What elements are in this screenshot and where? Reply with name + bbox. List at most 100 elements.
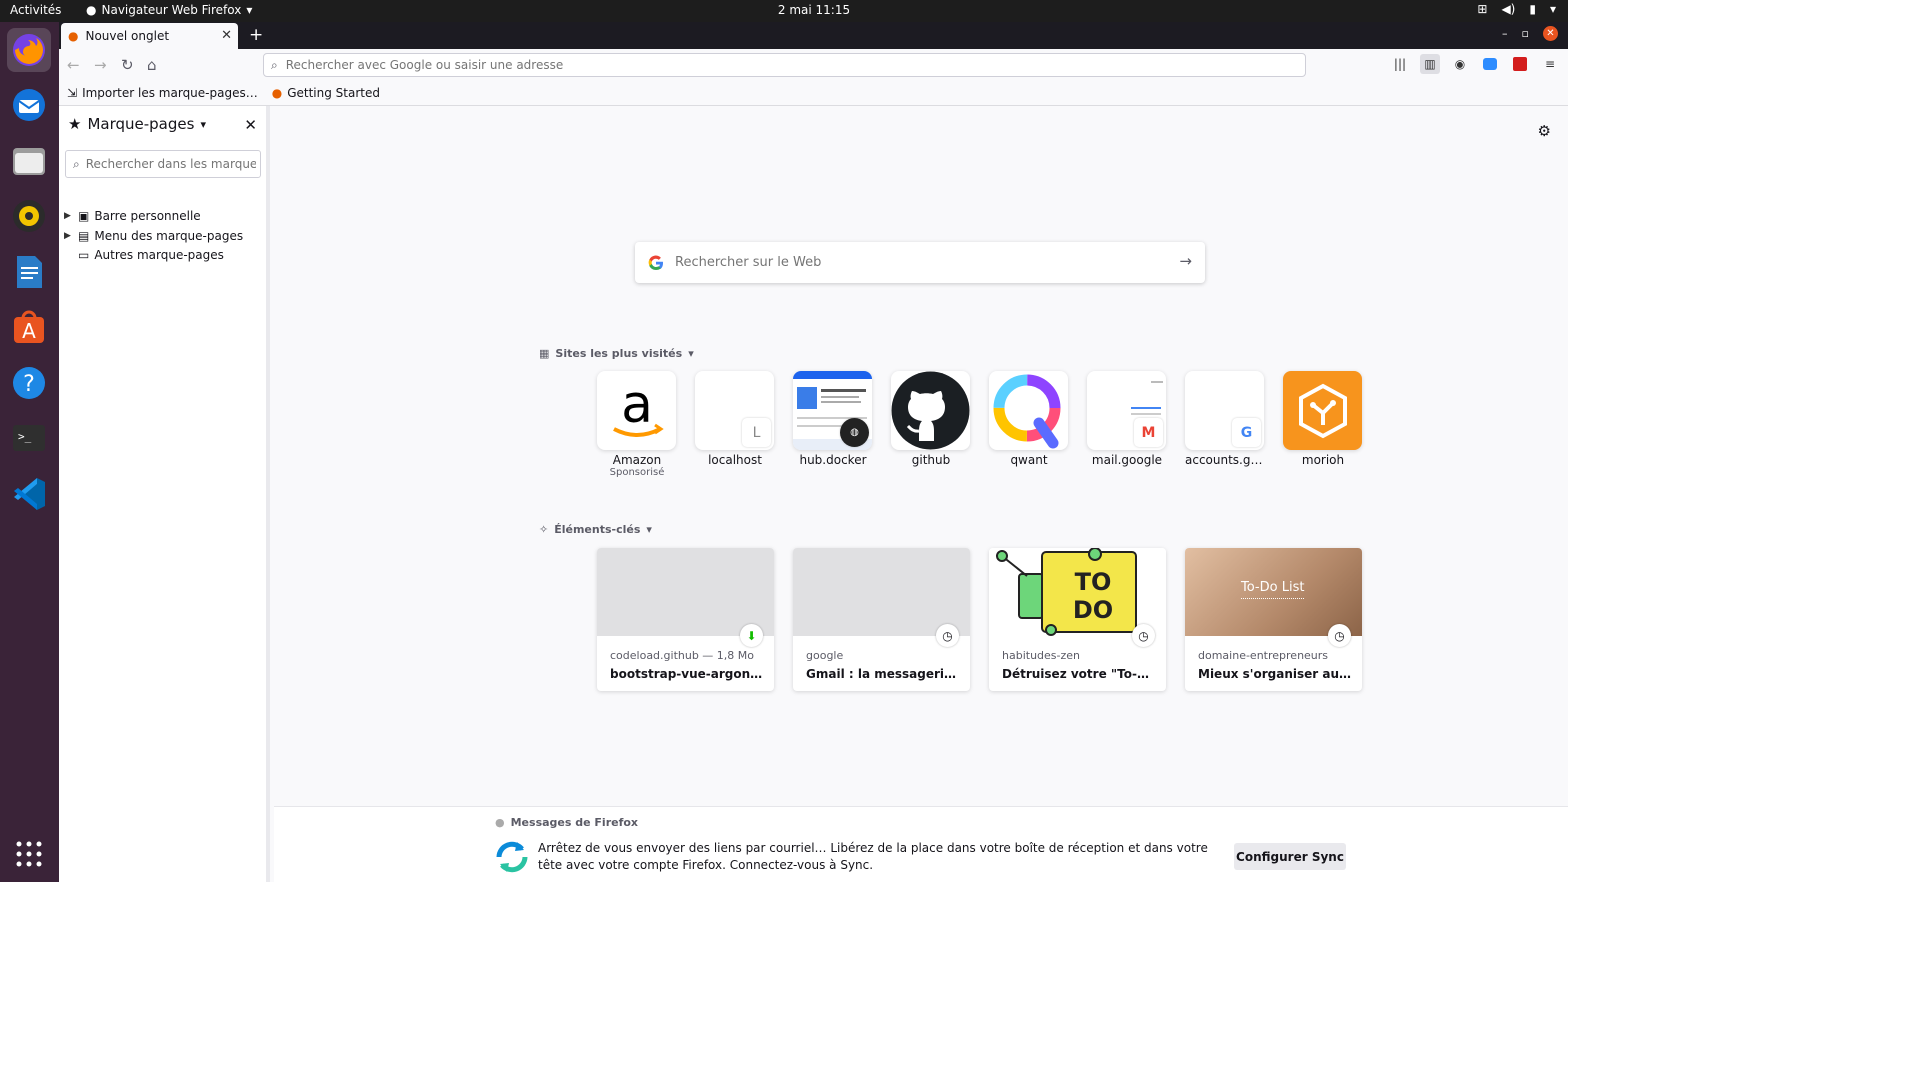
writer-launcher[interactable] <box>7 250 51 294</box>
topsite-label: morioh <box>1301 453 1345 467</box>
folder-icon: ▭ <box>78 248 90 262</box>
firefox-message-banner: ● Messages de Firefox Arrêtez de vous en… <box>274 806 1568 882</box>
google-icon <box>648 255 663 270</box>
sidebar-toggle-icon[interactable]: ▥ <box>1420 54 1440 74</box>
topsite-label: hub.docker <box>799 453 867 467</box>
thunderbird-launcher[interactable] <box>7 83 51 127</box>
bookmarks-toolbar: ⇲ Importer les marque-pages… ● Getting S… <box>59 80 1568 106</box>
card-title: Détruisez votre "To-do li... <box>1002 667 1157 681</box>
sidebar-search[interactable]: ⌕ <box>65 150 261 178</box>
forward-button[interactable]: → <box>94 56 107 74</box>
software-launcher[interactable]: A <box>7 305 51 349</box>
chevron-down-icon: ▾ <box>200 117 206 131</box>
tree-item-label: Barre personnelle <box>94 209 201 223</box>
topsite-localhost[interactable]: L localhost <box>695 371 775 467</box>
tree-item-other[interactable]: ▭ Autres marque-pages <box>64 248 224 262</box>
svg-text:A: A <box>22 319 36 343</box>
web-search-input[interactable] <box>675 255 1205 270</box>
highlights-header[interactable]: ✧ Éléments-clés ▾ <box>539 523 652 536</box>
tab-new-tab[interactable]: ● Nouvel onglet ✕ <box>61 23 238 49</box>
svg-text:>_: >_ <box>18 430 32 443</box>
maximize-button[interactable]: ▫ <box>1522 27 1529 40</box>
google-icon: G <box>1232 418 1261 447</box>
url-input[interactable] <box>285 58 1305 72</box>
battery-icon: ▮ <box>1529 2 1536 16</box>
rhythmbox-launcher[interactable] <box>7 194 51 238</box>
gear-icon[interactable]: ⚙ <box>1538 122 1551 140</box>
reload-button[interactable]: ↻ <box>121 56 134 74</box>
download-icon: ⬇ <box>740 624 763 647</box>
topsite-amazon[interactable]: a Amazon Sponsorisé <box>597 371 677 478</box>
chevron-right-icon[interactable]: ▶ <box>64 231 73 241</box>
show-apps-button[interactable] <box>7 832 51 876</box>
url-bar[interactable]: ⌕ <box>263 53 1306 77</box>
minimize-button[interactable]: – <box>1502 27 1508 40</box>
extension-icon[interactable] <box>1510 54 1530 74</box>
help-launcher[interactable]: ? <box>7 361 51 405</box>
gmail-icon: M <box>1134 418 1163 447</box>
web-search-box[interactable]: → <box>635 242 1205 283</box>
bookmark-getting-started[interactable]: ● Getting Started <box>272 86 380 100</box>
firefox-icon <box>13 34 45 66</box>
system-tray[interactable]: ⊞ ◀) ▮ ▾ <box>1477 2 1556 16</box>
volume-icon: ◀) <box>1501 2 1516 16</box>
card-source: google <box>806 649 844 662</box>
window-controls: – ▫ ✕ <box>1502 26 1558 41</box>
bookmark-label: Importer les marque-pages… <box>82 85 258 100</box>
account-icon[interactable]: ◉ <box>1450 54 1470 74</box>
amazon-logo-icon: a <box>612 378 664 437</box>
system-top-bar: Activités ● Navigateur Web Firefox ▾ 2 m… <box>0 0 1568 22</box>
tab-strip: ● Nouvel onglet ✕ + – ▫ ✕ <box>59 22 1568 49</box>
new-tab-button[interactable]: + <box>249 25 263 45</box>
chevron-right-icon[interactable]: ▶ <box>64 211 73 221</box>
firefox-launcher[interactable] <box>7 28 51 72</box>
menu-icon[interactable]: ≡ <box>1540 54 1560 74</box>
topsite-morioh[interactable]: morioh <box>1283 371 1363 467</box>
zoom-extension-icon[interactable] <box>1480 54 1500 74</box>
tab-title: Nouvel onglet <box>85 29 170 43</box>
svg-text:a: a <box>621 378 653 435</box>
topsite-github[interactable]: github <box>891 371 971 467</box>
navigation-toolbar: ← → ↻ ⌂ ⌕ ||| ▥ ◉ ≡ <box>59 49 1568 80</box>
highlight-card[interactable]: ◷ google Gmail : la messagerie de ... <box>793 548 970 691</box>
dock: A ? >_ <box>0 22 59 882</box>
bookmarks-sidebar: ★ Marque-pages ▾ ✕ ⌕ ▶ ▣ Barre personnel… <box>59 106 270 882</box>
card-title: Mieux s'organiser au Quo... <box>1198 667 1353 681</box>
github-logo-icon <box>891 371 970 450</box>
bookmark-label: Getting Started <box>287 85 380 100</box>
bookmark-import[interactable]: ⇲ Importer les marque-pages… <box>67 86 258 100</box>
tree-item-toolbar[interactable]: ▶ ▣ Barre personnelle <box>64 209 201 223</box>
close-window-button[interactable]: ✕ <box>1543 26 1558 41</box>
topsite-mail-google[interactable]: M mail.google <box>1087 371 1167 467</box>
home-button[interactable]: ⌂ <box>147 56 157 74</box>
sponsored-label: Sponsorisé <box>609 467 665 478</box>
topsite-accounts-google[interactable]: G accounts.go... <box>1185 371 1265 467</box>
clock[interactable]: 2 mai 11:15 <box>0 3 1628 17</box>
library-icon[interactable]: ||| <box>1390 54 1410 74</box>
arrow-right-icon[interactable]: → <box>1179 252 1192 270</box>
highlight-card[interactable]: To-Do List ◷ domaine-entrepreneurs Mieux… <box>1185 548 1362 691</box>
message-header: ● Messages de Firefox <box>495 816 638 829</box>
topsite-tile <box>891 371 970 450</box>
sidebar-search-input[interactable] <box>85 157 256 171</box>
topsites-header[interactable]: ▦ Sites les plus visités ▾ <box>539 347 694 360</box>
vscode-launcher[interactable] <box>7 472 51 516</box>
letter-icon: L <box>742 418 771 447</box>
terminal-launcher[interactable]: >_ <box>7 416 51 460</box>
topsite-tile: ◍ <box>793 371 872 450</box>
files-launcher[interactable] <box>7 139 51 183</box>
close-tab-icon[interactable]: ✕ <box>221 28 232 43</box>
topsite-hub-docker[interactable]: ◍ hub.docker <box>793 371 873 467</box>
tree-item-menu[interactable]: ▶ ▤ Menu des marque-pages <box>64 229 243 243</box>
card-source: codeload.github — 1,8 Mo <box>610 649 755 662</box>
close-sidebar-icon[interactable]: ✕ <box>244 116 257 134</box>
sidebar-switcher[interactable]: ★ Marque-pages ▾ <box>68 115 206 133</box>
highlight-card[interactable]: TO DO ◷ habitudes-zen Détruisez votre "T… <box>989 548 1166 691</box>
chevron-down-icon: ▾ <box>1549 2 1556 16</box>
configure-sync-button[interactable]: Configurer Sync <box>1234 843 1346 870</box>
highlight-card[interactable]: ⬇ codeload.github — 1,8 Mo bootstrap-vue… <box>597 548 774 691</box>
back-button[interactable]: ← <box>67 56 80 74</box>
qwant-logo-icon <box>993 374 1061 449</box>
help-icon: ? <box>13 367 45 399</box>
topsite-qwant[interactable]: qwant <box>989 371 1069 467</box>
